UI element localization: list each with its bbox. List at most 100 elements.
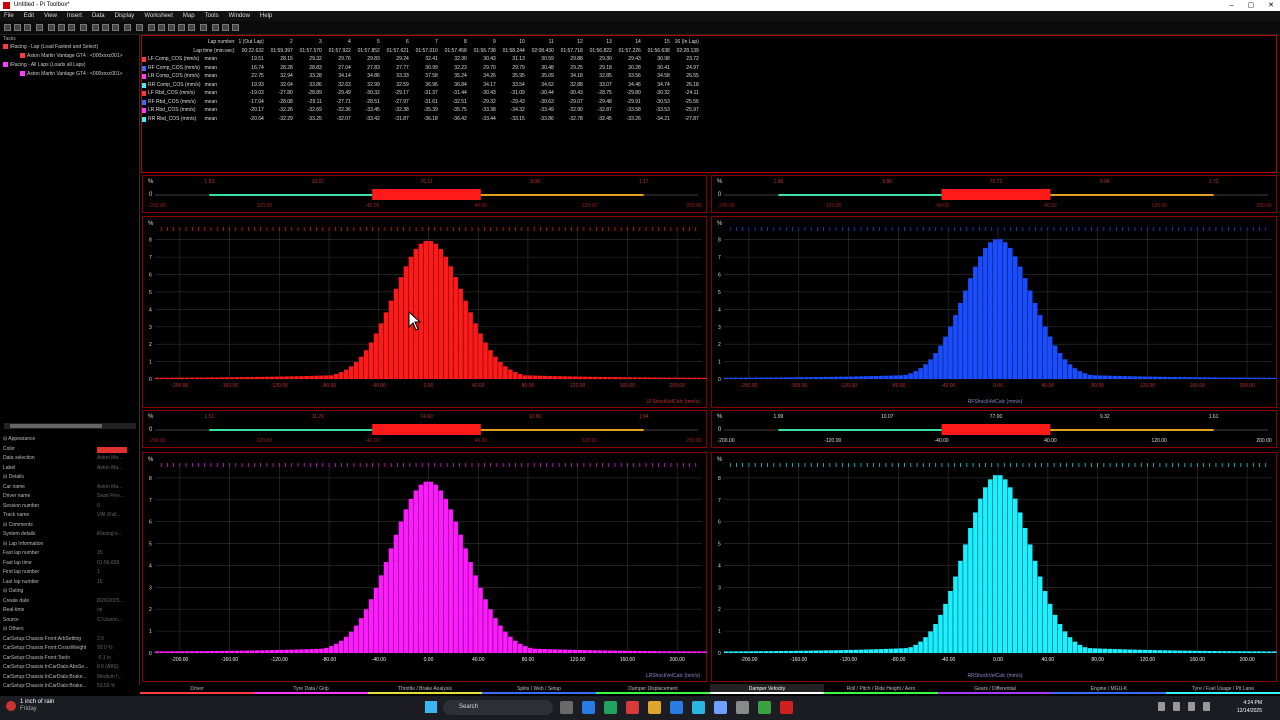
menu-display[interactable]: Display — [115, 11, 135, 21]
taskbar-search[interactable]: Search — [443, 700, 553, 715]
property-row[interactable]: Source C:\Users\... — [0, 616, 140, 626]
taskbar-app-icon[interactable] — [560, 701, 573, 714]
table-header-cell[interactable]: 2 — [266, 38, 295, 47]
toolbar-icon-6[interactable] — [68, 24, 75, 31]
property-row[interactable]: Car name Aston Ma... — [0, 483, 140, 493]
toolbar-icon-10[interactable] — [112, 24, 119, 31]
toolbar-icon-20[interactable] — [222, 24, 229, 31]
table-header-cell[interactable]: 8 — [440, 38, 469, 47]
table-header-cell[interactable]: 00:22.632 — [237, 47, 266, 56]
toolbar-icon-1[interactable] — [14, 24, 21, 31]
tab-7[interactable]: Gears / Differential — [938, 684, 1052, 694]
property-row[interactable]: Color — [0, 445, 140, 455]
table-header-cell[interactable]: 02:08.430 — [527, 47, 556, 56]
table-header-cell[interactable]: 1 (Out Lap) — [237, 38, 266, 47]
property-row[interactable]: Fast lap time 01:56.638 — [0, 559, 140, 569]
property-section[interactable]: ⊟ Lap Information — [0, 540, 140, 550]
toolbar-icon-21[interactable] — [232, 24, 239, 31]
property-row[interactable]: System details iRacing v... — [0, 530, 140, 540]
table-row[interactable]: LR Comp_COS (mm/s) mean 22.75 32.94 33.28 34.… — [142, 72, 701, 81]
toolbar-icon-0[interactable] — [4, 24, 11, 31]
table-header-cell[interactable]: 13 — [585, 38, 614, 47]
property-section[interactable]: ⊟ Appearance — [0, 435, 140, 445]
toolbar-icon-16[interactable] — [178, 24, 185, 31]
property-section[interactable]: ⊟ Outing — [0, 587, 140, 597]
table-header-cell[interactable]: 10 — [498, 38, 527, 47]
taskbar-app-icon[interactable] — [604, 701, 617, 714]
tab-3[interactable]: Splits / Web / Setup — [482, 684, 596, 694]
table-header-cell[interactable]: 16 (In Lap) — [672, 38, 701, 47]
table-header-cell[interactable]: 01:57.226 — [614, 47, 643, 56]
clock[interactable]: 4:24 PM 12/14/2025 — [1237, 699, 1262, 715]
property-row[interactable]: CarSetup:Chassis:InCarDials:Brake... 53.5… — [0, 682, 140, 692]
menu-help[interactable]: Help — [260, 11, 272, 21]
table-header-cell[interactable]: 01:58.244 — [498, 47, 527, 56]
table-header-cell[interactable]: 5 — [353, 38, 382, 47]
taskbar-app-icon[interactable] — [626, 701, 639, 714]
property-section[interactable]: ⊟ Others — [0, 625, 140, 635]
table-header-cell[interactable]: 6 — [382, 38, 411, 47]
menu-map[interactable]: Map — [183, 11, 195, 21]
chevron-up-icon[interactable] — [1158, 702, 1165, 711]
property-section[interactable]: ⊟ Comments — [0, 521, 140, 531]
property-row[interactable]: Real-time no — [0, 606, 140, 616]
property-row[interactable]: Label Aston Ma... — [0, 464, 140, 474]
toolbar-icon-3[interactable] — [36, 24, 43, 31]
toolbar-icon-13[interactable] — [148, 24, 155, 31]
menu-window[interactable]: Window — [229, 11, 250, 21]
toolbar-icon-5[interactable] — [58, 24, 65, 31]
toolbar-icon-8[interactable] — [92, 24, 99, 31]
sidebar-scrollbar[interactable] — [4, 423, 136, 429]
property-row[interactable]: CarSetup:Chassis:Front:CrossWeight 50.0 % — [0, 644, 140, 654]
menu-insert[interactable]: Insert — [67, 11, 82, 21]
tab-5[interactable]: Damper Velocity — [710, 684, 824, 694]
property-row[interactable]: Track name VIR (Full... — [0, 511, 140, 521]
table-row[interactable]: LF Comp_COS (mm/s) mean 19.51 28.15 29.32 29.… — [142, 55, 701, 64]
tab-0[interactable]: Driver — [140, 684, 254, 694]
minimize-button[interactable]: – — [1230, 0, 1234, 11]
close-button[interactable]: ✕ — [1268, 0, 1274, 11]
table-header-cell[interactable]: 01:56.822 — [585, 47, 614, 56]
property-row[interactable]: First lap number 1 — [0, 568, 140, 578]
taskbar-app-icon[interactable] — [692, 701, 705, 714]
windows-start-icon[interactable] — [425, 701, 437, 713]
toolbar-icon-11[interactable] — [124, 24, 131, 31]
tree-item[interactable]: iRacing - All Laps (Loads all Laps) — [0, 61, 139, 70]
tab-8[interactable]: Engine / MGU-K — [1052, 684, 1166, 694]
maximize-button[interactable]: ▢ — [1248, 0, 1255, 11]
toolbar-icon-7[interactable] — [80, 24, 87, 31]
tab-9[interactable]: Tyre / Fuel Usage / Pit Lane — [1166, 684, 1280, 694]
property-row[interactable]: Session number 0 — [0, 502, 140, 512]
tree-item[interactable]: Aston Martin Vantage GT4 : <000xxxc001> — [0, 52, 139, 61]
table-row[interactable]: RF Rbd_COS (mm/s) mean -17.04 -28.08 -29.11 -… — [142, 98, 701, 107]
table-row[interactable]: LR Rbd_COS (mm/s) mean -20.17 -32.26 -32.69 -… — [142, 106, 701, 115]
toolbar-icon-9[interactable] — [102, 24, 109, 31]
property-row[interactable]: CarSetup:Chassis:InCarDials:Brake... Medi… — [0, 673, 140, 683]
toolbar-icon-17[interactable] — [188, 24, 195, 31]
table-header-cell[interactable]: 12 — [556, 38, 585, 47]
table-header-cell[interactable]: 14 — [614, 38, 643, 47]
menu-edit[interactable]: Edit — [24, 11, 34, 21]
battery-icon[interactable] — [1203, 702, 1210, 711]
property-row[interactable]: Driver name Sean Finn... — [0, 492, 140, 502]
menu-worksheet[interactable]: Worksheet — [144, 11, 173, 21]
histogram-svg[interactable]: % 0 1 2 3 4 5 6 7 8 -200.00 -160.00 -120.00 -80.00 -40… — [712, 217, 1278, 409]
toolbar-icon-15[interactable] — [168, 24, 175, 31]
table-header-cell[interactable]: Lap time (min:sec) — [142, 47, 237, 56]
taskbar-app-icon[interactable] — [714, 701, 727, 714]
menu-data[interactable]: Data — [92, 11, 105, 21]
table-header-cell[interactable]: 01:59.397 — [266, 47, 295, 56]
menu-view[interactable]: View — [44, 11, 57, 21]
histogram-svg[interactable]: % 0 1 2 3 4 5 6 7 8 -200.00 -160.00 -120.00 -80.00 -40… — [143, 453, 708, 683]
table-header-cell[interactable]: 02:28.139 — [672, 47, 701, 56]
weather-widget[interactable]: 1 inch of rain Friday — [20, 699, 54, 713]
network-icon[interactable] — [1173, 702, 1180, 711]
taskbar-app-icon[interactable] — [780, 701, 793, 714]
color-swatch[interactable] — [97, 446, 127, 453]
tab-2[interactable]: Throttle / Brake Analysis — [368, 684, 482, 694]
tree-item[interactable]: Aston Martin Vantage GT4 : <000xxxc001> — [0, 70, 139, 79]
table-header-cell[interactable]: 01:57.458 — [440, 47, 469, 56]
table-header-cell[interactable]: 01:57.010 — [411, 47, 440, 56]
property-row[interactable]: CarSetup:Chassis:InCarDials:AbsSe... 8.0 … — [0, 663, 140, 673]
taskbar-app-icon[interactable] — [736, 701, 749, 714]
